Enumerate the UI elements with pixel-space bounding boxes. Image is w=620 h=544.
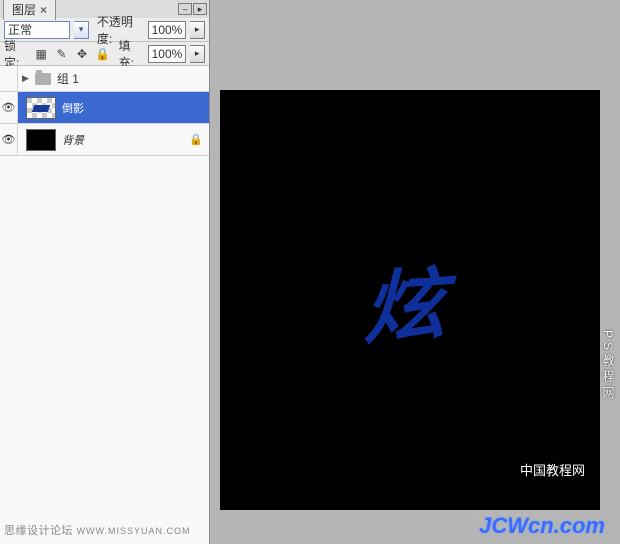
canvas-artwork: 炫: [357, 240, 462, 361]
visibility-toggle[interactable]: [0, 66, 18, 91]
minimize-icon[interactable]: –: [178, 3, 192, 15]
lock-brush-icon[interactable]: ✎: [53, 45, 69, 63]
footer-url: WWW.MISSYUAN.COM: [77, 526, 191, 536]
visibility-toggle[interactable]: 👁: [0, 124, 18, 155]
layers-list: ▶ 组 1 👁 倒影 👁 背景 🔒: [0, 66, 209, 544]
opacity-value: 100%: [152, 23, 183, 37]
canvas: 炫: [220, 90, 600, 510]
menu-icon[interactable]: ▸: [193, 3, 207, 15]
lock-transparent-icon[interactable]: ▦: [33, 45, 49, 63]
close-tab-icon[interactable]: ×: [40, 3, 47, 17]
layer-item-bg[interactable]: 👁 背景 🔒: [0, 124, 209, 156]
opacity-flyout-icon[interactable]: ▸: [190, 21, 205, 39]
blend-mode-dropdown-icon[interactable]: ▾: [74, 21, 89, 39]
folder-icon: [35, 73, 51, 85]
lock-move-icon[interactable]: ✥: [74, 45, 90, 63]
blend-opacity-row: 正常 ▾ 不透明度: 100% ▸: [0, 18, 209, 42]
expand-icon[interactable]: ▶: [22, 73, 29, 84]
layer-thumb: [26, 97, 56, 119]
eye-icon: 👁: [2, 101, 16, 114]
watermark-vertical: PS教程网: [600, 330, 617, 402]
layers-panel: 图层 × – ▸ 正常 ▾ 不透明度: 100% ▸ 锁定: ▦ ✎ ✥ 🔒 填…: [0, 0, 210, 544]
layer-item-selected[interactable]: 👁 倒影: [0, 92, 209, 124]
fill-value: 100%: [152, 47, 183, 61]
fill-input[interactable]: 100%: [148, 45, 187, 63]
fill-flyout-icon[interactable]: ▸: [190, 45, 205, 63]
lock-icon: 🔒: [189, 133, 203, 146]
lock-fill-row: 锁定: ▦ ✎ ✥ 🔒 填充: 100% ▸: [0, 42, 209, 66]
tab-label: 图层: [12, 1, 36, 18]
footer-credit: 思缘设计论坛 WWW.MISSYUAN.COM: [4, 522, 191, 538]
layer-name: 背景: [62, 132, 84, 148]
tab-layers[interactable]: 图层 ×: [3, 0, 56, 20]
layer-thumb: [26, 129, 56, 151]
watermark-url: JCWcn.com: [479, 513, 605, 539]
footer-text: 思缘设计论坛: [4, 525, 73, 537]
layer-group[interactable]: ▶ 组 1: [0, 66, 209, 92]
blend-mode-value: 正常: [8, 21, 32, 38]
layer-name: 倒影: [62, 100, 84, 116]
lock-all-icon[interactable]: 🔒: [94, 45, 110, 63]
visibility-toggle[interactable]: 👁: [0, 92, 18, 123]
group-name: 组 1: [57, 70, 79, 87]
watermark-corner: 中国教程网: [520, 460, 585, 479]
opacity-input[interactable]: 100%: [148, 21, 187, 39]
eye-icon: 👁: [2, 133, 16, 146]
